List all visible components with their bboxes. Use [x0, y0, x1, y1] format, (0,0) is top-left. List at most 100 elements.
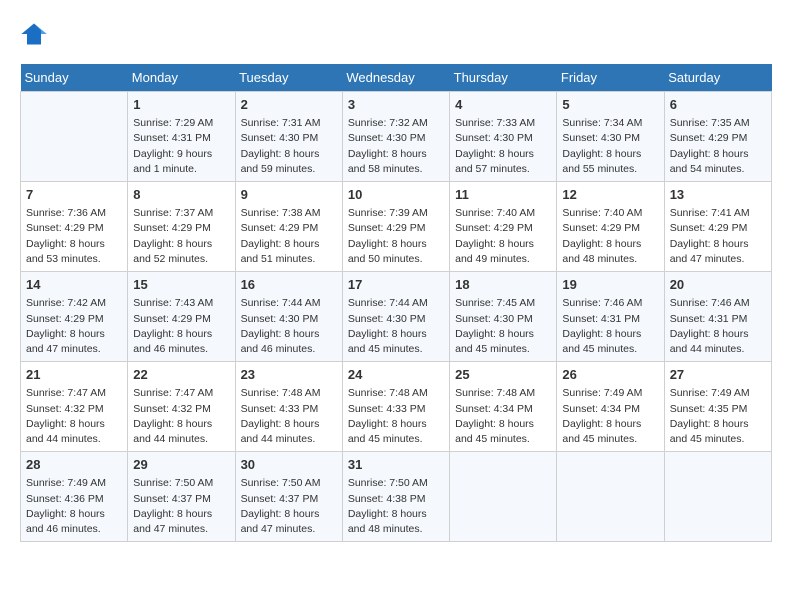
day-cell: 20Sunrise: 7:46 AM Sunset: 4:31 PM Dayli…	[664, 272, 771, 362]
day-info: Sunrise: 7:37 AM Sunset: 4:29 PM Dayligh…	[133, 206, 229, 267]
day-info: Sunrise: 7:42 AM Sunset: 4:29 PM Dayligh…	[26, 296, 122, 357]
day-cell: 2Sunrise: 7:31 AM Sunset: 4:30 PM Daylig…	[235, 92, 342, 182]
day-cell: 15 Sunrise: 7:43 AM Sunset: 4:29 PM Dayli…	[128, 272, 235, 362]
day-number: 9	[241, 186, 337, 204]
day-cell: 17 Sunrise: 7:44 AM Sunset: 4:30 PM Dayli…	[342, 272, 449, 362]
header-cell-sunday: Sunday	[21, 64, 128, 92]
day-cell: 11Sunrise: 7:40 AM Sunset: 4:29 PM Dayli…	[450, 182, 557, 272]
day-number: 19	[562, 276, 658, 294]
logo-icon	[20, 20, 48, 48]
day-cell: 9 Sunrise: 7:38 AM Sunset: 4:29 PM Daylig…	[235, 182, 342, 272]
day-info: Sunrise: 7:32 AM Sunset: 4:30 PM Dayligh…	[348, 116, 444, 177]
day-cell: 4 Sunrise: 7:33 AM Sunset: 4:30 PM Daylig…	[450, 92, 557, 182]
day-info: Sunrise: 7:35 AM Sunset: 4:29 PM Dayligh…	[670, 116, 766, 177]
day-number: 12	[562, 186, 658, 204]
day-number: 16	[241, 276, 337, 294]
day-info: Sunrise: 7:48 AM Sunset: 4:33 PM Dayligh…	[241, 386, 337, 447]
day-cell: 18 Sunrise: 7:45 AM Sunset: 4:30 PM Dayli…	[450, 272, 557, 362]
day-number: 8	[133, 186, 229, 204]
header-cell-monday: Monday	[128, 64, 235, 92]
day-info: Sunrise: 7:45 AM Sunset: 4:30 PM Dayligh…	[455, 296, 551, 357]
day-number: 15	[133, 276, 229, 294]
day-info: Sunrise: 7:43 AM Sunset: 4:29 PM Dayligh…	[133, 296, 229, 357]
day-number: 28	[26, 456, 122, 474]
day-cell: 13 Sunrise: 7:41 AM Sunset: 4:29 PM Dayli…	[664, 182, 771, 272]
day-number: 23	[241, 366, 337, 384]
day-cell: 30Sunrise: 7:50 AM Sunset: 4:37 PM Dayli…	[235, 452, 342, 542]
day-cell: 31 Sunrise: 7:50 AM Sunset: 4:38 PM Dayli…	[342, 452, 449, 542]
day-cell: 22Sunrise: 7:47 AM Sunset: 4:32 PM Dayli…	[128, 362, 235, 452]
day-info: Sunrise: 7:50 AM Sunset: 4:38 PM Dayligh…	[348, 476, 444, 537]
calendar-body: 1Sunrise: 7:29 AM Sunset: 4:31 PM Daylig…	[21, 92, 772, 542]
day-info: Sunrise: 7:38 AM Sunset: 4:29 PM Dayligh…	[241, 206, 337, 267]
day-cell: 14 Sunrise: 7:42 AM Sunset: 4:29 PM Dayli…	[21, 272, 128, 362]
week-row-2: 7Sunrise: 7:36 AM Sunset: 4:29 PM Daylig…	[21, 182, 772, 272]
day-info: Sunrise: 7:48 AM Sunset: 4:33 PM Dayligh…	[348, 386, 444, 447]
day-cell: 7Sunrise: 7:36 AM Sunset: 4:29 PM Daylig…	[21, 182, 128, 272]
page-header	[20, 20, 772, 48]
day-number: 20	[670, 276, 766, 294]
day-number: 10	[348, 186, 444, 204]
day-number: 24	[348, 366, 444, 384]
day-number: 5	[562, 96, 658, 114]
logo	[20, 20, 52, 48]
day-info: Sunrise: 7:48 AM Sunset: 4:34 PM Dayligh…	[455, 386, 551, 447]
day-number: 17	[348, 276, 444, 294]
day-cell: 24 Sunrise: 7:48 AM Sunset: 4:33 PM Dayli…	[342, 362, 449, 452]
day-number: 26	[562, 366, 658, 384]
day-info: Sunrise: 7:49 AM Sunset: 4:35 PM Dayligh…	[670, 386, 766, 447]
header-cell-thursday: Thursday	[450, 64, 557, 92]
header-cell-tuesday: Tuesday	[235, 64, 342, 92]
day-number: 27	[670, 366, 766, 384]
day-info: Sunrise: 7:34 AM Sunset: 4:30 PM Dayligh…	[562, 116, 658, 177]
day-info: Sunrise: 7:50 AM Sunset: 4:37 PM Dayligh…	[133, 476, 229, 537]
header-cell-wednesday: Wednesday	[342, 64, 449, 92]
day-cell: 3 Sunrise: 7:32 AM Sunset: 4:30 PM Daylig…	[342, 92, 449, 182]
day-cell	[21, 92, 128, 182]
day-cell: 23 Sunrise: 7:48 AM Sunset: 4:33 PM Dayli…	[235, 362, 342, 452]
day-info: Sunrise: 7:49 AM Sunset: 4:34 PM Dayligh…	[562, 386, 658, 447]
day-info: Sunrise: 7:46 AM Sunset: 4:31 PM Dayligh…	[562, 296, 658, 357]
day-cell	[450, 452, 557, 542]
day-info: Sunrise: 7:40 AM Sunset: 4:29 PM Dayligh…	[562, 206, 658, 267]
day-cell: 12 Sunrise: 7:40 AM Sunset: 4:29 PM Dayli…	[557, 182, 664, 272]
calendar-table: SundayMondayTuesdayWednesdayThursdayFrid…	[20, 64, 772, 542]
day-number: 25	[455, 366, 551, 384]
header-cell-saturday: Saturday	[664, 64, 771, 92]
day-number: 22	[133, 366, 229, 384]
day-number: 18	[455, 276, 551, 294]
week-row-4: 21Sunrise: 7:47 AM Sunset: 4:32 PM Dayli…	[21, 362, 772, 452]
day-cell: 8 Sunrise: 7:37 AM Sunset: 4:29 PM Daylig…	[128, 182, 235, 272]
day-cell: 28Sunrise: 7:49 AM Sunset: 4:36 PM Dayli…	[21, 452, 128, 542]
day-info: Sunrise: 7:44 AM Sunset: 4:30 PM Dayligh…	[241, 296, 337, 357]
day-number: 4	[455, 96, 551, 114]
day-number: 7	[26, 186, 122, 204]
day-number: 14	[26, 276, 122, 294]
day-info: Sunrise: 7:40 AM Sunset: 4:29 PM Dayligh…	[455, 206, 551, 267]
calendar-header: SundayMondayTuesdayWednesdayThursdayFrid…	[21, 64, 772, 92]
day-cell: 16 Sunrise: 7:44 AM Sunset: 4:30 PM Dayli…	[235, 272, 342, 362]
day-cell: 6Sunrise: 7:35 AM Sunset: 4:29 PM Daylig…	[664, 92, 771, 182]
day-number: 13	[670, 186, 766, 204]
day-info: Sunrise: 7:33 AM Sunset: 4:30 PM Dayligh…	[455, 116, 551, 177]
day-cell: 25 Sunrise: 7:48 AM Sunset: 4:34 PM Dayli…	[450, 362, 557, 452]
day-cell: 10Sunrise: 7:39 AM Sunset: 4:29 PM Dayli…	[342, 182, 449, 272]
header-row: SundayMondayTuesdayWednesdayThursdayFrid…	[21, 64, 772, 92]
day-number: 31	[348, 456, 444, 474]
week-row-5: 28Sunrise: 7:49 AM Sunset: 4:36 PM Dayli…	[21, 452, 772, 542]
day-info: Sunrise: 7:41 AM Sunset: 4:29 PM Dayligh…	[670, 206, 766, 267]
day-cell	[664, 452, 771, 542]
day-cell: 27 Sunrise: 7:49 AM Sunset: 4:35 PM Dayli…	[664, 362, 771, 452]
day-number: 21	[26, 366, 122, 384]
week-row-3: 14 Sunrise: 7:42 AM Sunset: 4:29 PM Dayli…	[21, 272, 772, 362]
day-cell: 19 Sunrise: 7:46 AM Sunset: 4:31 PM Dayli…	[557, 272, 664, 362]
header-cell-friday: Friday	[557, 64, 664, 92]
day-info: Sunrise: 7:50 AM Sunset: 4:37 PM Dayligh…	[241, 476, 337, 537]
day-info: Sunrise: 7:44 AM Sunset: 4:30 PM Dayligh…	[348, 296, 444, 357]
day-number: 3	[348, 96, 444, 114]
day-cell: 21Sunrise: 7:47 AM Sunset: 4:32 PM Dayli…	[21, 362, 128, 452]
day-number: 2	[241, 96, 337, 114]
day-cell	[557, 452, 664, 542]
day-info: Sunrise: 7:29 AM Sunset: 4:31 PM Dayligh…	[133, 116, 229, 177]
day-cell: 5 Sunrise: 7:34 AM Sunset: 4:30 PM Daylig…	[557, 92, 664, 182]
